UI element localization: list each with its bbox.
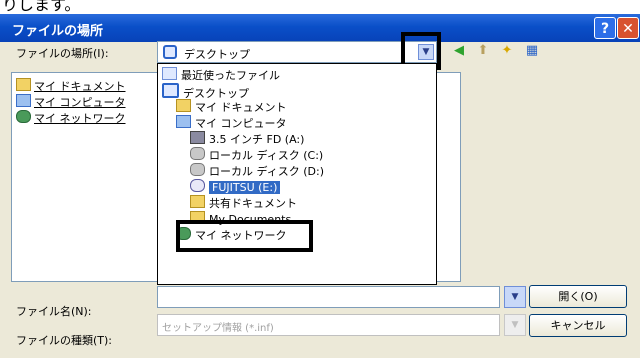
dropdown-item-label: ローカル ディスク (D:) bbox=[209, 165, 324, 178]
look-in-label: ファイルの場所(I): bbox=[16, 47, 109, 60]
folder-icon bbox=[176, 99, 191, 112]
open-button[interactable]: 開く(O) bbox=[529, 285, 627, 308]
computer-icon bbox=[16, 94, 31, 107]
floppy-icon bbox=[190, 131, 205, 144]
dropdown-item-local-d[interactable]: ローカル ディスク (D:) bbox=[190, 163, 324, 179]
filetype-dropdown-button[interactable]: ▼ bbox=[504, 314, 526, 336]
computer-icon bbox=[176, 115, 191, 128]
file-open-dialog: ファイルの場所 ? ✕ ファイルの場所(I): デスクトップ ▼ ◀ ⬆ ✦ ▦… bbox=[0, 14, 640, 358]
back-icon[interactable]: ◀ bbox=[451, 43, 467, 59]
new-folder-icon[interactable]: ✦ bbox=[499, 43, 515, 59]
recent-files-icon bbox=[162, 67, 177, 80]
filename-input[interactable] bbox=[157, 286, 500, 308]
view-menu-icon[interactable]: ▦ bbox=[524, 43, 540, 59]
place-label: マイ ドキュメント bbox=[34, 80, 126, 93]
dropdown-item-label: マイ コンピュータ bbox=[195, 117, 287, 130]
close-button[interactable]: ✕ bbox=[617, 17, 639, 39]
dropdown-item-local-c[interactable]: ローカル ディスク (C:) bbox=[190, 147, 323, 163]
dropdown-item-label: ローカル ディスク (C:) bbox=[209, 149, 324, 162]
filetype-label: ファイルの種類(T): bbox=[16, 334, 113, 347]
title-bar[interactable]: ファイルの場所 ? ✕ bbox=[0, 14, 640, 42]
place-my-documents[interactable]: マイ ドキュメント bbox=[16, 78, 126, 94]
help-button[interactable]: ? bbox=[594, 17, 616, 39]
dropdown-item-label: 最近使ったファイル bbox=[181, 69, 280, 82]
filename-label: ファイル名(N): bbox=[16, 305, 92, 318]
desktop-icon bbox=[163, 45, 177, 59]
window-title: ファイルの場所 bbox=[12, 24, 104, 39]
dropdown-item-fujitsu-e[interactable]: FUJITSU (E:) bbox=[190, 179, 281, 194]
dropdown-item-recent[interactable]: 最近使ったファイル bbox=[162, 67, 280, 83]
folder-icon bbox=[16, 78, 31, 91]
dropdown-item-my-documents[interactable]: マイ ドキュメント bbox=[176, 99, 287, 115]
filetype-select[interactable]: セットアップ情報 (*.inf) bbox=[157, 314, 500, 336]
dropdown-item-label: FUJITSU (E:) bbox=[209, 181, 281, 194]
drive-icon bbox=[190, 163, 205, 176]
network-icon bbox=[16, 110, 31, 123]
place-my-computer[interactable]: マイ コンピュータ bbox=[16, 94, 126, 110]
cancel-button[interactable]: キャンセル bbox=[529, 314, 627, 337]
drive-icon bbox=[190, 147, 205, 160]
filename-dropdown-button[interactable]: ▼ bbox=[504, 286, 526, 308]
dropdown-item-shared-docs[interactable]: 共有ドキュメント bbox=[190, 195, 297, 211]
place-my-network[interactable]: マイ ネットワーク bbox=[16, 110, 126, 126]
dropdown-item-label: 共有ドキュメント bbox=[209, 197, 297, 210]
look-in-combo[interactable]: デスクトップ ▼ bbox=[157, 41, 437, 63]
folder-icon bbox=[190, 195, 205, 208]
dropdown-item-label: マイ ドキュメント bbox=[195, 101, 287, 114]
filetype-value: セットアップ情報 (*.inf) bbox=[162, 323, 274, 334]
up-folder-icon[interactable]: ⬆ bbox=[475, 43, 491, 59]
look-in-value: デスクトップ bbox=[184, 48, 250, 61]
cd-drive-icon bbox=[190, 179, 205, 192]
desktop-icon bbox=[162, 83, 179, 98]
dropdown-item-floppy[interactable]: 3.5 インチ FD (A:) bbox=[190, 131, 304, 147]
place-label: マイ コンピュータ bbox=[34, 96, 126, 109]
highlight-box-fujitsu bbox=[176, 220, 313, 252]
cropped-caption-text: りします。 bbox=[2, 0, 81, 14]
dropdown-item-label: 3.5 インチ FD (A:) bbox=[209, 133, 305, 146]
dropdown-item-my-computer[interactable]: マイ コンピュータ bbox=[176, 115, 287, 131]
place-label: マイ ネットワーク bbox=[34, 112, 126, 125]
